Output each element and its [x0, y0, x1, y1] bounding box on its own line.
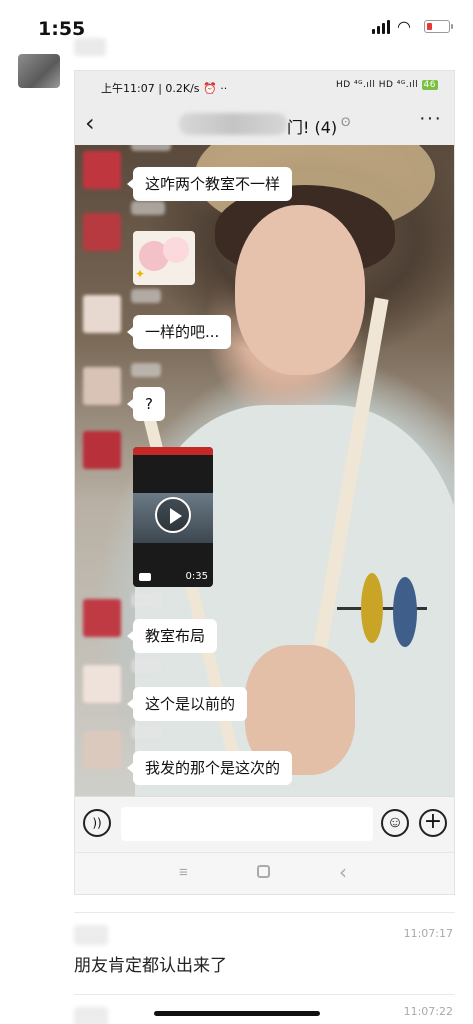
outer-status-bar: 1:55 ◠: [0, 0, 473, 56]
emoji-icon[interactable]: ☺: [381, 809, 409, 837]
sender-nick-blurred: [131, 201, 165, 215]
inner-status-indicators: HD ⁴ᴳ.ıll HD ⁴ᴳ.ıll 46: [335, 80, 438, 90]
comment-item[interactable]: 11:07:22: [74, 994, 455, 1024]
comment-text: 朋友肯定都认出来了: [74, 956, 227, 976]
message-bubble[interactable]: 我发的那个是这次的: [126, 751, 293, 785]
comment-nick-blurred: [74, 925, 108, 945]
play-icon[interactable]: [155, 497, 191, 533]
sticker-message[interactable]: ✦: [133, 231, 195, 285]
sender-nick-blurred: [131, 289, 161, 303]
wifi-icon: ◠: [397, 19, 411, 36]
back-icon[interactable]: ‹: [85, 109, 95, 137]
sender-avatar[interactable]: [83, 367, 121, 405]
sender-nick-blurred: [131, 145, 171, 151]
sender-avatar[interactable]: [83, 665, 121, 703]
sender-nick-blurred: [131, 659, 161, 673]
inner-status-bar: 上午11:07 | 0.2K/s ⏰ ·· HD ⁴ᴳ.ıll HD ⁴ᴳ.ıl…: [75, 71, 454, 103]
back-nav-icon[interactable]: ‹: [339, 860, 347, 884]
chat-wallpaper: 这咋两个教室不一样 ✦ 一样的吧... ? 0:35 教室布局 这个是以前的 我…: [75, 145, 454, 796]
sender-avatar[interactable]: [83, 213, 121, 251]
sender-avatar[interactable]: [83, 295, 121, 333]
signal-icon: [372, 20, 390, 34]
message-bubble[interactable]: 教室布局: [126, 619, 218, 653]
earpiece-icon: ʘ: [341, 115, 351, 129]
comment-item[interactable]: 11:07:17 朋友肯定都认出来了: [74, 912, 455, 994]
comment-time: 11:07:17: [403, 927, 453, 940]
chat-input-bar: )) ☺ +: [75, 796, 454, 852]
sender-avatar[interactable]: [83, 731, 121, 769]
sender-nick-blurred: [131, 725, 163, 739]
inner-battery-icon: 46: [421, 80, 438, 90]
message-bubble[interactable]: 这咋两个教室不一样: [126, 167, 293, 201]
battery-icon: [424, 20, 453, 33]
comment-time: 11:07:22: [403, 1005, 453, 1018]
status-time: 1:55: [38, 18, 86, 40]
wallpaper-face: [235, 205, 365, 375]
chat-name-blurred: [179, 113, 287, 135]
inner-status-time: 上午11:07 | 0.2K/s ⏰ ··: [101, 82, 228, 95]
video-duration: 0:35: [185, 571, 208, 582]
message-bubble[interactable]: ?: [127, 387, 165, 421]
sender-avatar[interactable]: [83, 431, 121, 469]
sender-nick-blurred: [131, 593, 163, 607]
chat-title-bar: ‹ 门! (4) ʘ ···: [75, 103, 454, 145]
comment-nick-blurred: [74, 1007, 108, 1024]
message-bubble[interactable]: 这个是以前的: [126, 687, 248, 721]
video-message[interactable]: 0:35: [133, 447, 213, 587]
poster-name-blurred: [74, 38, 106, 56]
system-nav-bar: ≡ ‹: [75, 852, 454, 894]
video-camera-icon: [139, 573, 151, 581]
voice-icon[interactable]: )): [83, 809, 111, 837]
sender-avatar[interactable]: [83, 599, 121, 637]
plus-icon[interactable]: +: [419, 809, 447, 837]
chat-title: 门! (4): [287, 118, 338, 137]
poster-avatar[interactable]: [18, 54, 60, 88]
message-bubble[interactable]: 一样的吧...: [126, 315, 232, 349]
menu-nav-icon[interactable]: ≡: [179, 864, 188, 881]
wallpaper-bird: [361, 573, 383, 643]
home-nav-icon[interactable]: [257, 865, 270, 878]
more-icon[interactable]: ···: [419, 107, 442, 130]
sender-avatar[interactable]: [83, 151, 121, 189]
home-indicator[interactable]: [154, 1011, 320, 1016]
wallpaper-bird: [393, 577, 417, 647]
embedded-screenshot[interactable]: 上午11:07 | 0.2K/s ⏰ ·· HD ⁴ᴳ.ıll HD ⁴ᴳ.ıl…: [74, 70, 455, 895]
message-input[interactable]: [121, 807, 373, 841]
sender-nick-blurred: [131, 363, 161, 377]
